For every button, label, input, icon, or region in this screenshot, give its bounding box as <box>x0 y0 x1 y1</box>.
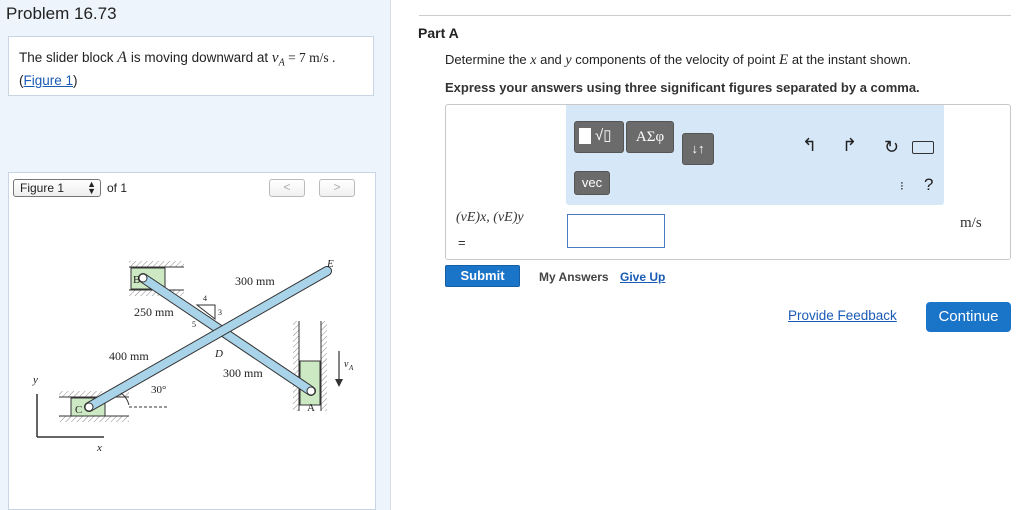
statement-text-mid: is moving downward at <box>127 50 272 65</box>
math-toolbar: √▯ ΑΣφ ↓↑ vec ↰ ↱ ↻ ⁝ ? <box>566 105 944 205</box>
rod-CE <box>85 267 331 411</box>
templates-button[interactable]: √▯ <box>574 121 624 153</box>
part-panel: Part A Determine the x and y components … <box>391 0 1024 510</box>
divider <box>419 15 1011 16</box>
guide-A <box>293 321 327 411</box>
dim-250: 250 mm <box>134 305 174 319</box>
dim-300-bottom: 300 mm <box>223 366 263 380</box>
undo-icon[interactable]: ↰ <box>802 135 817 156</box>
mechanism-diagram: B C A D E 300 mm 250 mm 400 mm 300 mm 30… <box>32 258 354 454</box>
question-mid: components of the velocity of point <box>571 52 780 67</box>
next-figure-button[interactable]: > <box>319 179 355 197</box>
question-and: and <box>536 52 566 67</box>
label-D: D <box>214 348 223 360</box>
label-E: E <box>326 258 334 270</box>
label-A: A <box>307 402 315 414</box>
statement-var-A: A <box>117 49 128 66</box>
label-C: C <box>75 404 82 416</box>
figure-link[interactable]: Figure 1 <box>24 73 74 88</box>
help-icon[interactable]: ? <box>924 175 933 195</box>
figure-select[interactable]: Figure 1 ▲ ▼ <box>13 179 101 197</box>
figure-select-value: Figure 1 <box>20 181 65 195</box>
arrows-button[interactable]: ↓↑ <box>682 133 714 165</box>
slope-5: 5 <box>192 320 196 329</box>
greek-button[interactable]: ΑΣφ <box>626 121 674 153</box>
instructions: Express your answers using three signifi… <box>445 80 920 95</box>
figure-paren-close: ) <box>73 72 78 88</box>
drag-icon[interactable]: ⁝ <box>900 179 904 193</box>
reset-icon[interactable]: ↻ <box>884 137 899 158</box>
answer-input[interactable] <box>567 214 665 248</box>
pin-C <box>84 402 94 412</box>
statement-value: = 7 m/s . <box>284 50 336 65</box>
pin-A <box>306 386 316 396</box>
keyboard-icon[interactable] <box>912 141 934 154</box>
continue-button[interactable]: Continue <box>926 302 1011 332</box>
statement-text-pre: The slider block <box>19 50 118 65</box>
label-B: B <box>133 274 140 286</box>
statement-symbol-v: v <box>271 50 279 66</box>
slope-3: 3 <box>218 308 222 317</box>
problem-statement: The slider block A is moving downward at… <box>8 36 374 96</box>
answer-equals: = <box>458 235 466 250</box>
slope-4: 4 <box>203 294 207 303</box>
axis-x-label: x <box>96 442 102 454</box>
answer-unit: m/s <box>960 215 982 231</box>
redo-icon[interactable]: ↱ <box>842 135 857 156</box>
question-text: Determine the x and y components of the … <box>445 52 911 69</box>
velocity-subscript: A <box>348 364 354 372</box>
question-E: E <box>779 52 789 68</box>
give-up-link[interactable]: Give Up <box>620 270 665 284</box>
dim-400: 400 mm <box>109 349 149 363</box>
part-title: Part A <box>418 25 459 41</box>
submit-button[interactable]: Submit <box>445 265 520 287</box>
figure-panel: Figure 1 ▲ ▼ of 1 < > B C A D E 300 mm 2… <box>8 172 376 510</box>
vec-button[interactable]: vec <box>574 171 610 195</box>
axis-y-label: y <box>32 374 38 386</box>
answer-label: (vE)x, (vE)y <box>456 210 524 225</box>
prev-figure-button[interactable]: < <box>269 179 305 197</box>
my-answers-label: My Answers <box>539 270 609 284</box>
angle-label: 30° <box>151 384 166 396</box>
figure-count: of 1 <box>107 181 128 195</box>
problem-panel: Problem 16.73 The slider block A is movi… <box>0 0 391 510</box>
problem-title: Problem 16.73 <box>6 4 117 23</box>
answer-box: √▯ ΑΣφ ↓↑ vec ↰ ↱ ↻ ⁝ ? (vE)x, (vE)y = m… <box>445 104 1011 260</box>
provide-feedback-link[interactable]: Provide Feedback <box>788 308 897 323</box>
sqrt-template-icon <box>579 128 591 144</box>
select-arrows-icon: ▲ ▼ <box>87 179 96 196</box>
dim-300-top: 300 mm <box>235 274 275 288</box>
radical-icon: √▯ <box>595 127 612 144</box>
question-post: at the instant shown. <box>788 52 912 67</box>
question-pre: Determine the <box>445 52 531 67</box>
